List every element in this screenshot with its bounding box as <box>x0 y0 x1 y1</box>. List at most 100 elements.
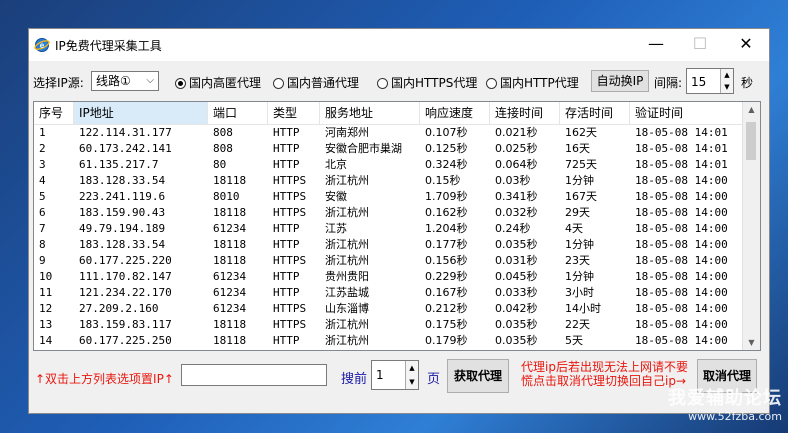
page-suffix-label: 页 <box>427 372 441 387</box>
table-cell: 11 <box>39 286 53 299</box>
table-row[interactable]: 13 183.159.83.117 18118 HTTPS 浙江杭州 0.175秒 0.03… <box>34 317 744 333</box>
col-header[interactable]: 验证时间 <box>630 102 744 124</box>
svg-text:e: e <box>40 41 45 50</box>
source-dropdown[interactable]: 线路① ⌵ <box>91 71 159 91</box>
table-cell: 13 <box>39 318 53 331</box>
close-button[interactable]: ✕ <box>723 29 769 61</box>
table-cell: 0.045秒 <box>495 270 538 283</box>
col-header[interactable]: 响应速度 <box>420 102 490 124</box>
table-cell: 浙江杭州 <box>325 238 369 251</box>
col-header[interactable]: IP地址 <box>74 102 208 124</box>
radio-dot-icon <box>377 78 388 89</box>
table-row[interactable]: 14 60.177.225.250 18118 HTTP 浙江杭州 0.179秒 0.035… <box>34 333 744 349</box>
radio-label: 国内HTTPS代理 <box>391 76 478 90</box>
table-cell: 0.042秒 <box>495 302 538 315</box>
table-cell: 18118 <box>213 334 247 347</box>
table-row[interactable]: 7 49.79.194.189 61234 HTTP 江苏 1.204秒 0.24秒 4天 18… <box>34 221 744 237</box>
spin-down-icon[interactable]: ▼ <box>720 81 733 93</box>
spin-up-icon[interactable]: ▲ <box>405 361 418 375</box>
table-cell: 80 <box>213 158 227 171</box>
fetch-proxy-button[interactable]: 获取代理 <box>447 359 509 393</box>
table-cell: 223.241.119.6 <box>79 190 166 203</box>
table-cell: 0.341秒 <box>495 190 538 203</box>
radio-dot-icon <box>486 78 497 89</box>
table-cell: 16天 <box>565 142 590 155</box>
site-watermark: 我爱辅助论坛 www.52fzba.com <box>668 384 782 423</box>
table-row[interactable]: 12 27.209.2.160 61234 HTTPS 山东淄博 0.212秒 0.042秒… <box>34 301 744 317</box>
table-cell: 4天 <box>565 222 583 235</box>
table-cell: 18-05-08 14:01 <box>635 126 728 139</box>
ie-globe-icon: e <box>34 38 50 52</box>
table-row[interactable]: 3 61.135.217.7 80 HTTP 北京 0.324秒 0.064秒 725天 18-… <box>34 157 744 173</box>
scroll-up-icon[interactable]: ▲ <box>743 105 760 114</box>
page-prefix-label: 搜前 <box>341 372 368 387</box>
radio-http[interactable]: 国内HTTP代理 <box>486 74 579 91</box>
auto-switch-ip-button[interactable]: 自动换IP <box>591 70 649 92</box>
table-row[interactable]: 6 183.159.90.43 18118 HTTPS 浙江杭州 0.162秒 0.032秒… <box>34 205 744 221</box>
col-header[interactable]: 服务地址 <box>320 102 420 124</box>
proxy-table[interactable]: 序号 IP地址 端口 类型 服务地址 响应速度 连接时间 存活时间 验证时间 1… <box>33 101 761 351</box>
table-cell: 0.24秒 <box>495 222 531 235</box>
radio-label: 国内高匿代理 <box>189 76 262 90</box>
table-cell: 61234 <box>213 222 247 235</box>
table-cell: 18-05-08 14:00 <box>635 238 728 251</box>
spin-up-icon[interactable]: ▲ <box>720 69 733 81</box>
page-stepper[interactable]: 1 ▲ ▼ <box>371 360 419 390</box>
col-header[interactable]: 序号 <box>34 102 74 124</box>
double-click-hint: ↑双击上方列表选项置IP↑ <box>35 372 174 386</box>
table-row[interactable]: 9 60.177.225.220 18118 HTTPS 浙江杭州 0.156秒 0.031… <box>34 253 744 269</box>
table-scrollbar[interactable]: ▲ ▼ <box>742 102 760 350</box>
table-cell: 8010 <box>213 190 240 203</box>
table-row[interactable]: 11 121.234.22.170 61234 HTTP 江苏盐城 0.167秒 0.033… <box>34 285 744 301</box>
table-cell: 14 <box>39 334 53 347</box>
table-row[interactable]: 1 122.114.31.177 808 HTTP 河南郑州 0.107秒 0.021秒 16… <box>34 125 744 141</box>
radio-https[interactable]: 国内HTTPS代理 <box>377 74 477 91</box>
table-cell: 27.209.2.160 <box>79 302 159 315</box>
table-cell: 1.709秒 <box>425 190 468 203</box>
scroll-down-icon[interactable]: ▼ <box>743 338 760 347</box>
minimize-button[interactable]: — <box>633 29 679 61</box>
table-cell: 5天 <box>565 334 583 347</box>
table-cell: 183.128.33.54 <box>79 174 166 187</box>
table-cell: HTTP <box>273 270 300 283</box>
col-header[interactable]: 存活时间 <box>560 102 630 124</box>
table-cell: 0.035秒 <box>495 334 538 347</box>
table-cell: 0.167秒 <box>425 286 468 299</box>
watermark-url: www.52fzba.com <box>688 410 782 423</box>
table-cell: 安徽 <box>325 190 347 203</box>
table-cell: 60.177.225.250 <box>79 334 172 347</box>
col-header[interactable]: 类型 <box>268 102 320 124</box>
table-cell: 18-05-08 14:00 <box>635 318 728 331</box>
table-row[interactable]: 5 223.241.119.6 8010 HTTPS 安徽 1.709秒 0.341秒 167… <box>34 189 744 205</box>
table-row[interactable]: 8 183.128.33.54 18118 HTTP 浙江杭州 0.177秒 0.035秒 1… <box>34 237 744 253</box>
table-cell: 122.114.31.177 <box>79 126 172 139</box>
interval-stepper[interactable]: 15 ▲ ▼ <box>686 68 734 94</box>
table-cell: 18-05-08 14:00 <box>635 222 728 235</box>
source-label: 选择IP源: <box>33 76 84 90</box>
table-cell: 0.021秒 <box>495 126 538 139</box>
table-cell: 18118 <box>213 174 247 187</box>
title-bar: e IP免费代理采集工具 — ☐ ✕ <box>29 29 769 61</box>
col-header[interactable]: 端口 <box>208 102 268 124</box>
table-cell: HTTP <box>273 286 300 299</box>
radio-normal[interactable]: 国内普通代理 <box>273 74 359 91</box>
table-row[interactable]: 2 60.173.242.141 808 HTTP 安徽合肥市巢湖 0.125秒 0.025… <box>34 141 744 157</box>
col-header[interactable]: 连接时间 <box>490 102 560 124</box>
table-cell: 0.03秒 <box>495 174 531 187</box>
table-cell: 5 <box>39 190 46 203</box>
table-cell: 14小时 <box>565 302 601 315</box>
table-cell: 0.032秒 <box>495 206 538 219</box>
table-row[interactable]: 10 111.170.82.147 61234 HTTP 贵州贵阳 0.229秒 0.045… <box>34 269 744 285</box>
app-window: e IP免费代理采集工具 — ☐ ✕ 选择IP源: 线路① ⌵ 国内高匿代理 国… <box>28 28 770 414</box>
scroll-thumb[interactable] <box>746 122 756 160</box>
table-cell: 725天 <box>565 158 597 171</box>
table-cell: 0.035秒 <box>495 238 538 251</box>
selected-ip-input[interactable] <box>181 364 327 386</box>
radio-high-anon[interactable]: 国内高匿代理 <box>175 74 261 91</box>
table-cell: 7 <box>39 222 46 235</box>
table-cell: 1.204秒 <box>425 222 468 235</box>
table-row[interactable]: 4 183.128.33.54 18118 HTTPS 浙江杭州 0.15秒 0.03秒 1分… <box>34 173 744 189</box>
bottom-bar: ↑双击上方列表选项置IP↑ 搜前 1 ▲ ▼ 页 获取代理 代理ip后若出现无法… <box>29 359 769 409</box>
table-cell: 0.031秒 <box>495 254 538 267</box>
spin-down-icon[interactable]: ▼ <box>405 375 418 389</box>
